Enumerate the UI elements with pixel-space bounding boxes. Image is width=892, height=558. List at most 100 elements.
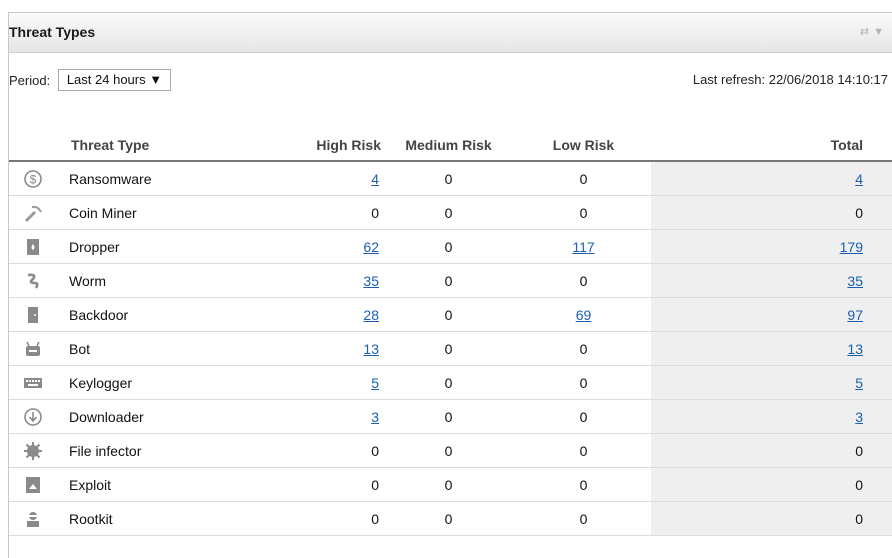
high-risk-value: 0 [371, 476, 379, 493]
chevron-down-icon[interactable]: ▼ [873, 26, 888, 38]
total-cell: 4 [651, 161, 892, 196]
total-cell: 0 [651, 501, 892, 536]
medium-risk-cell: 0 [381, 501, 516, 536]
low-risk-link[interactable]: 117 [572, 239, 594, 255]
total-cell: 3 [651, 399, 892, 434]
total-link[interactable]: 179 [837, 239, 863, 255]
header-low-risk[interactable]: Low Risk [516, 130, 651, 162]
medium-risk-cell: 0 [381, 467, 516, 502]
backdoor-icon [23, 305, 43, 325]
high-risk-link[interactable]: 5 [353, 375, 379, 391]
medium-risk-cell: 0 [381, 331, 516, 366]
total-cell: 5 [651, 365, 892, 400]
header-high-risk[interactable]: High Risk [261, 130, 381, 162]
row-icon-cell [9, 297, 69, 332]
low-risk-cell: 117 [516, 229, 651, 264]
keylogger-icon [23, 373, 43, 393]
total-link[interactable]: 35 [837, 273, 863, 289]
high-risk-link[interactable]: 35 [353, 273, 379, 289]
high-risk-cell: 0 [261, 467, 381, 502]
low-risk-value: 0 [579, 476, 588, 493]
medium-risk-cell: 0 [381, 195, 516, 230]
high-risk-cell: 13 [261, 331, 381, 366]
exploit-icon [23, 475, 43, 495]
dropper-icon [23, 237, 43, 257]
total-cell: 97 [651, 297, 892, 332]
svg-text:$: $ [30, 172, 37, 186]
period-select[interactable]: Last 24 hours ▼ [57, 69, 172, 91]
low-risk-cell: 0 [516, 331, 651, 366]
threat-type-name: Backdoor [69, 297, 261, 332]
high-risk-cell: 0 [261, 433, 381, 468]
high-risk-link[interactable]: 3 [353, 409, 379, 425]
table-row: Backdoor 28 0 69 97 [9, 297, 892, 332]
low-risk-cell: 0 [516, 161, 651, 196]
worm-icon [23, 271, 43, 291]
row-icon-cell: $ [9, 161, 69, 196]
high-risk-link[interactable]: 13 [353, 341, 379, 357]
threat-type-name: Worm [69, 263, 261, 298]
low-risk-value: 0 [579, 510, 588, 527]
header-medium-risk[interactable]: Medium Risk [381, 130, 516, 162]
high-risk-value: 0 [371, 510, 379, 527]
total-value: 0 [855, 204, 863, 221]
high-risk-link[interactable]: 4 [353, 171, 379, 187]
header-total[interactable]: Total [651, 130, 892, 162]
low-risk-link[interactable]: 69 [576, 307, 592, 323]
high-risk-cell: 62 [261, 229, 381, 264]
threat-type-name: Downloader [69, 399, 261, 434]
threat-types-widget: Threat Types ⇄▼ Period: Last 24 hours ▼ … [8, 12, 892, 558]
low-risk-cell: 0 [516, 501, 651, 536]
high-risk-link[interactable]: 62 [353, 239, 379, 255]
row-icon-cell [9, 331, 69, 366]
table-row: $ Ransomware 4 0 0 4 [9, 161, 892, 196]
coin-miner-icon [23, 203, 43, 223]
low-risk-value: 0 [579, 272, 588, 289]
table-row: Dropper 62 0 117 179 [9, 229, 892, 264]
refresh-icon[interactable]: ⇄ [860, 26, 873, 38]
total-value: 0 [855, 510, 863, 527]
high-risk-cell: 4 [261, 161, 381, 196]
total-link[interactable]: 4 [837, 171, 863, 187]
medium-risk-value: 0 [444, 374, 453, 391]
period-filter: Period: Last 24 hours ▼ [9, 69, 172, 91]
row-icon-cell [9, 433, 69, 468]
low-risk-cell: 0 [516, 195, 651, 230]
high-risk-link[interactable]: 28 [353, 307, 379, 323]
table-row: Coin Miner 0 0 0 0 [9, 195, 892, 230]
table-row: Bot 13 0 0 13 [9, 331, 892, 366]
total-cell: 0 [651, 467, 892, 502]
table-row: Rootkit 0 0 0 0 [9, 501, 892, 536]
widget-title: Threat Types [9, 24, 96, 40]
table-header-row: Threat Type High Risk Medium Risk Low Ri… [9, 130, 892, 162]
threat-type-name: Ransomware [69, 161, 261, 196]
high-risk-value: 0 [371, 204, 379, 221]
table-row: Downloader 3 0 0 3 [9, 399, 892, 434]
widget-titlebar: Threat Types ⇄▼ [9, 13, 892, 53]
total-link[interactable]: 13 [837, 341, 863, 357]
total-cell: 0 [651, 195, 892, 230]
medium-risk-cell: 0 [381, 161, 516, 196]
medium-risk-value: 0 [444, 170, 453, 187]
header-threat-type[interactable]: Threat Type [69, 130, 261, 162]
high-risk-cell: 28 [261, 297, 381, 332]
total-value: 0 [855, 442, 863, 459]
total-link[interactable]: 97 [837, 307, 863, 323]
period-label: Period: [9, 72, 51, 88]
row-icon-cell [9, 467, 69, 502]
medium-risk-value: 0 [444, 476, 453, 493]
total-link[interactable]: 3 [837, 409, 863, 425]
low-risk-value: 0 [579, 170, 588, 187]
high-risk-cell: 0 [261, 195, 381, 230]
row-icon-cell [9, 365, 69, 400]
high-risk-cell: 5 [261, 365, 381, 400]
row-icon-cell [9, 501, 69, 536]
low-risk-cell: 0 [516, 365, 651, 400]
total-link[interactable]: 5 [837, 375, 863, 391]
table-row: Worm 35 0 0 35 [9, 263, 892, 298]
medium-risk-cell: 0 [381, 297, 516, 332]
threat-type-name: Exploit [69, 467, 261, 502]
medium-risk-cell: 0 [381, 399, 516, 434]
medium-risk-cell: 0 [381, 263, 516, 298]
medium-risk-value: 0 [444, 272, 453, 289]
